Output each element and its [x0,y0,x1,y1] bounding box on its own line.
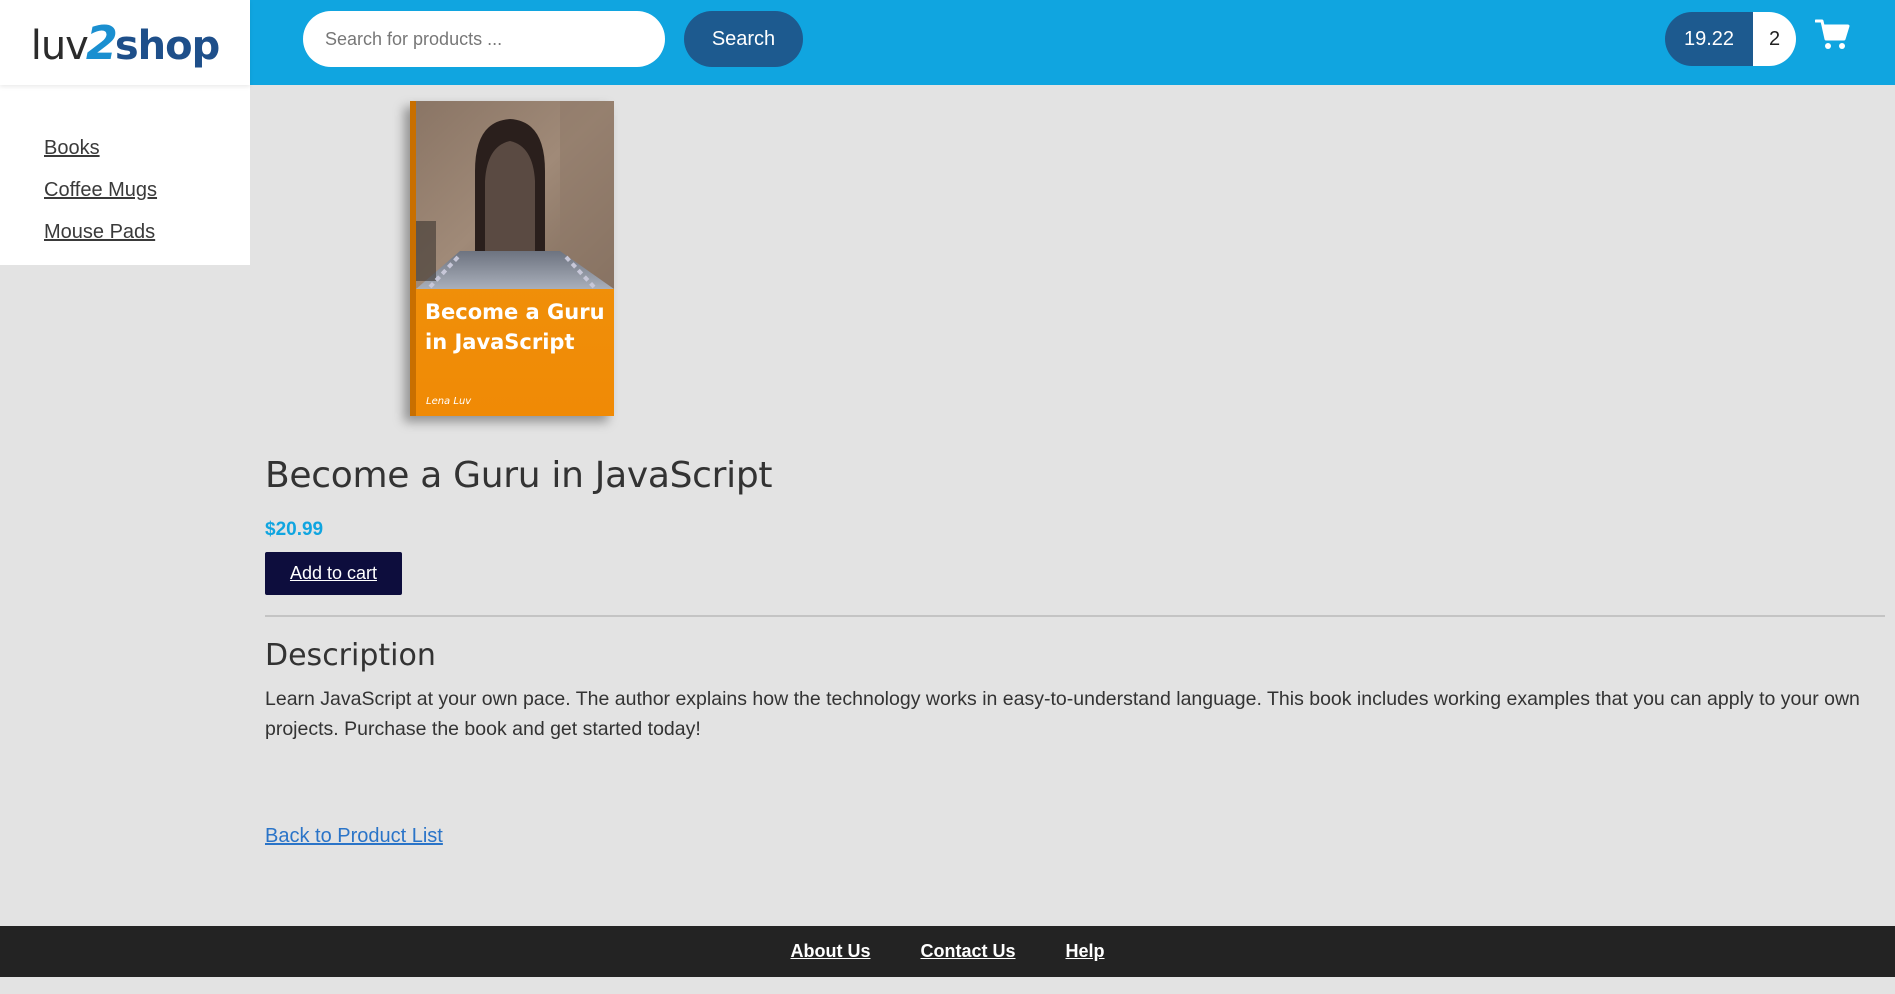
description-text: Learn JavaScript at your own pace. The a… [265,688,1860,740]
sidebar-item-mouse-pads[interactable]: Mouse Pads [44,219,250,245]
back-to-product-list-link[interactable]: Back to Product List [265,825,443,848]
cover-title-line1: Become a Guru [425,300,605,324]
footer-link-contact-us[interactable]: Contact Us [920,941,1015,962]
logo-text-2: 2 [85,15,118,70]
add-to-cart-button[interactable]: Add to cart [265,552,402,595]
sidebar-item-books[interactable]: Books [44,135,250,161]
product-price: $20.99 [265,519,324,540]
section-divider [265,615,1885,617]
cart-quantity: 2 [1753,12,1796,66]
luv2shop-logo[interactable]: luv 2 shop [30,15,221,70]
cover-author: Lena Luv [426,396,472,407]
footer-link-help[interactable]: Help [1066,941,1105,962]
shopping-cart-icon[interactable] [1815,18,1851,52]
footer-link-about-us[interactable]: About Us [790,941,870,962]
cart-total-price: 19.22 [1665,12,1753,66]
logo-text-luv: luv [30,22,89,69]
sidebar-item-coffee-mugs[interactable]: Coffee Mugs [44,177,250,203]
cover-title-line2: in JavaScript [425,330,575,354]
product-title: Become a Guru in JavaScript [265,455,773,496]
logo-text-shop: shop [114,22,220,69]
top-header: Search 19.22 2 [250,0,1895,85]
logo-container[interactable]: luv 2 shop [0,0,250,85]
description-heading: Description [265,638,436,673]
cart-status[interactable]: 19.22 2 [1665,12,1796,66]
search-input[interactable] [303,11,665,67]
category-sidebar: Books Coffee Mugs Mouse Pads [0,85,250,265]
search-button[interactable]: Search [684,11,803,67]
footer: About Us Contact Us Help [0,926,1895,977]
product-image: Become a Guru in JavaScript Lena Luv [410,101,614,416]
